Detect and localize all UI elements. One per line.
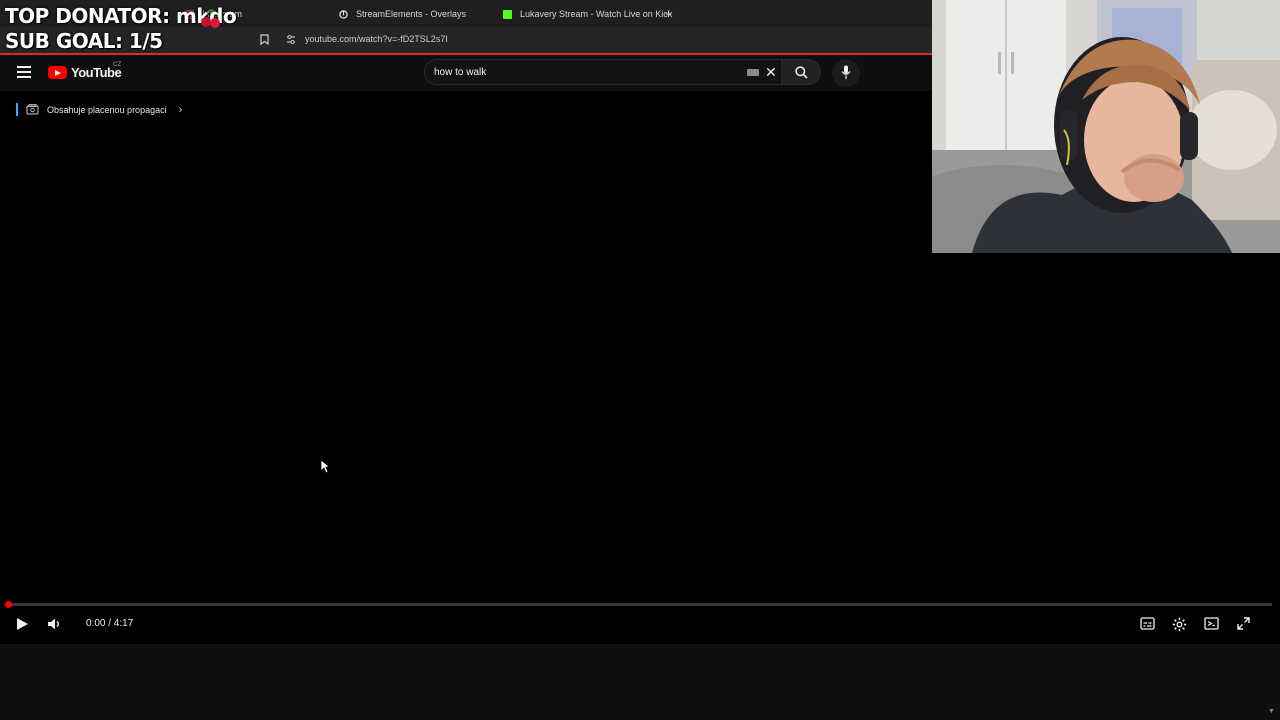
- progress-bar[interactable]: [8, 603, 1272, 606]
- time-display: 0:00 / 4:17: [86, 618, 134, 629]
- streamelements-icon: [339, 9, 348, 19]
- cherry-icon: [201, 9, 220, 28]
- settings-icon[interactable]: [1172, 617, 1187, 632]
- plus-icon: +: [665, 7, 673, 21]
- fullscreen-icon[interactable]: [1237, 617, 1250, 630]
- tab-streamelements[interactable]: StreamElements - Overlays: [339, 5, 466, 23]
- scrubber-handle[interactable]: [5, 601, 12, 608]
- tab-label: Lukavery Stream - Watch Live on Kick: [520, 9, 673, 19]
- search-button[interactable]: [781, 59, 821, 85]
- mouse-cursor: [320, 459, 330, 474]
- voice-search-button[interactable]: [832, 59, 860, 87]
- youtube-logo[interactable]: YouTube: [48, 65, 122, 80]
- site-settings-icon[interactable]: [286, 35, 296, 44]
- sub-goal-text: SUB GOAL: 1/5: [5, 29, 163, 53]
- search-box: ✕: [424, 59, 781, 85]
- youtube-header: YouTube CZ ✕: [0, 55, 932, 91]
- tab-label: StreamElements - Overlays: [356, 9, 467, 19]
- url-field[interactable]: youtube.com/watch?v=-fD2TSL2s7I: [305, 34, 448, 44]
- paid-promotion-label: Obsahuje placenou propagaci: [47, 104, 167, 115]
- paid-promotion-notice[interactable]: Obsahuje placenou propagaci ›: [16, 102, 182, 117]
- promo-accent-bar: [16, 103, 18, 116]
- webcam-overlay: [932, 0, 1280, 253]
- chevron-right-icon: ›: [178, 103, 183, 116]
- new-tab-button[interactable]: +: [665, 5, 672, 23]
- clear-search-icon[interactable]: ✕: [765, 64, 777, 80]
- scroll-down-arrow-icon[interactable]: ▼: [1268, 708, 1275, 715]
- volume-icon[interactable]: [47, 617, 62, 631]
- tab-kick[interactable]: Lukavery Stream - Watch Live on Kick: [503, 5, 672, 23]
- search-input[interactable]: [434, 65, 734, 79]
- menu-icon[interactable]: [17, 66, 31, 78]
- country-code: CZ: [113, 62, 121, 68]
- kick-icon: [503, 9, 512, 19]
- bookmark-icon[interactable]: [260, 34, 269, 45]
- microphone-icon: [841, 65, 851, 79]
- search-icon: [795, 66, 808, 79]
- youtube-play-icon: [48, 66, 67, 79]
- miniplayer-icon[interactable]: [1204, 617, 1219, 630]
- play-icon[interactable]: [15, 617, 29, 631]
- streamer-webcam-image: [932, 0, 1280, 253]
- paid-promotion-icon: [26, 104, 39, 115]
- subtitles-icon[interactable]: [1140, 617, 1155, 630]
- keyboard-icon[interactable]: [747, 69, 759, 76]
